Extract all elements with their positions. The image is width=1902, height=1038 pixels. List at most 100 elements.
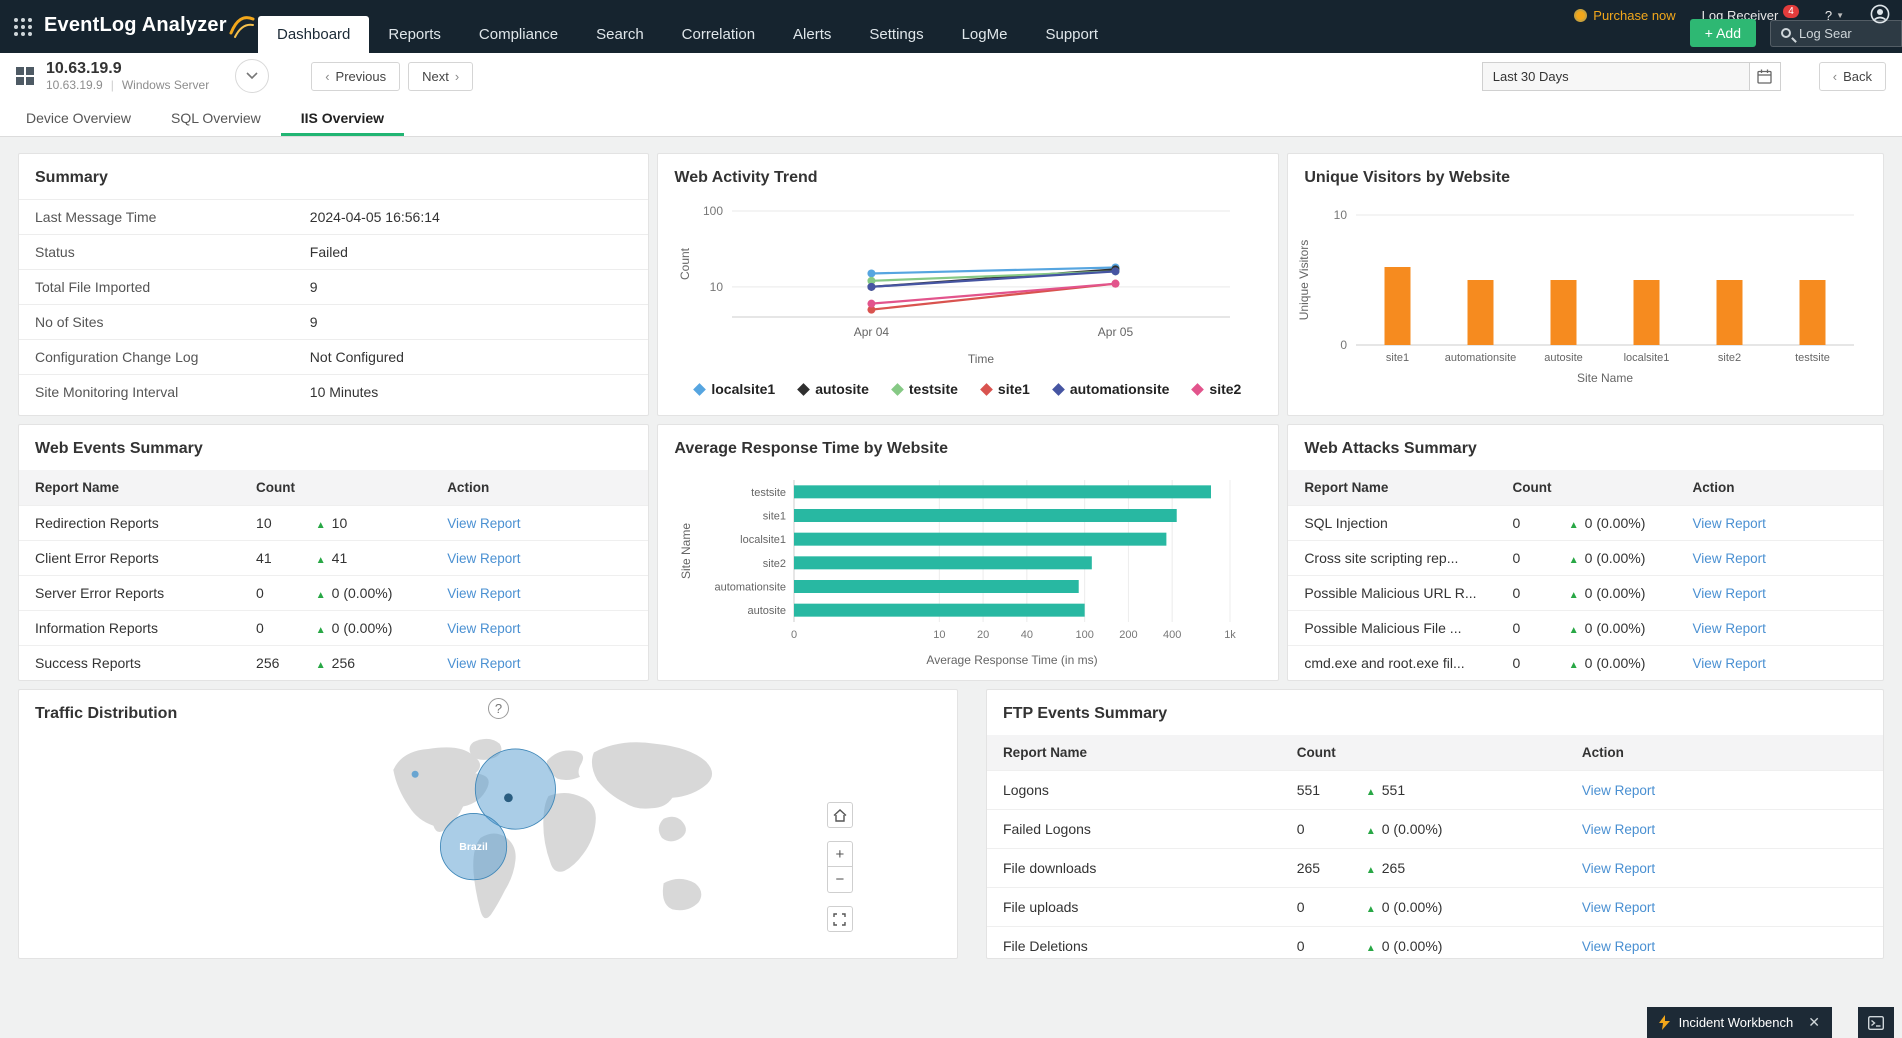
nav-tab-alerts[interactable]: Alerts [774, 16, 850, 53]
report-count: 0 [1512, 515, 1521, 531]
device-selector-button[interactable] [235, 59, 270, 93]
view-report-link[interactable]: View Report [447, 656, 632, 671]
report-delta: ▲ 0 (0.00%) [1569, 620, 1693, 636]
bottom-right-panel-button[interactable] [1858, 1007, 1894, 1038]
next-device-button[interactable]: Next › [408, 61, 474, 91]
summary-value: 9 [309, 279, 318, 295]
nav-tab-search[interactable]: Search [577, 16, 663, 53]
map-continents [393, 738, 713, 919]
view-report-link[interactable]: View Report [1582, 900, 1867, 915]
legend-label: testsite [908, 381, 958, 397]
table-row: Logons 551 ▲ 551 View Report [986, 770, 1883, 809]
view-report-link[interactable]: View Report [1693, 586, 1867, 601]
svg-text:autosite: autosite [1544, 352, 1583, 364]
summary-table: Last Message Time 2024-04-05 16:56:14 Stat… [19, 199, 649, 409]
view-report-link[interactable]: View Report [1582, 939, 1867, 954]
svg-text:1k: 1k [1225, 629, 1237, 641]
previous-device-button[interactable]: ‹ Previous [311, 61, 401, 91]
log-search-box[interactable] [1770, 19, 1902, 47]
map-help-icon[interactable]: ? [487, 698, 509, 719]
calendar-button[interactable] [1749, 61, 1781, 91]
web-events-summary-card: Web Events Summary Report Name Count Actio… [18, 424, 650, 681]
svg-text:localsite1: localsite1 [1623, 352, 1669, 364]
view-tab-device-overview[interactable]: Device Overview [6, 99, 151, 136]
ftp-events-table: Report Name Count Action Logons 551 ▲ 551 View … [986, 735, 1883, 958]
nav-tab-logme[interactable]: LogMe [943, 16, 1027, 53]
card-title: FTP Events Summary [1002, 705, 1168, 722]
view-report-link[interactable]: View Report [447, 516, 632, 531]
summary-row: Status Failed [19, 234, 649, 269]
time-range-select[interactable]: Last 30 Days [1481, 61, 1750, 91]
report-count: 256 [256, 655, 280, 671]
column-header-report-name: Report Name [35, 480, 120, 495]
view-report-link[interactable]: View Report [1693, 621, 1867, 636]
web-attacks-summary-card: Web Attacks Summary Report Name Count Acti… [1287, 424, 1884, 681]
report-count: 0 [256, 620, 264, 636]
log-search-input[interactable] [1799, 25, 1889, 41]
chevron-left-icon: ‹ [1832, 68, 1838, 84]
apps-grid-icon[interactable] [13, 17, 33, 37]
view-report-link[interactable]: View Report [447, 551, 632, 566]
view-tab-iis-overview[interactable]: IIS Overview [281, 99, 404, 136]
report-name: Success Reports [35, 655, 141, 671]
view-report-link[interactable]: View Report [447, 586, 632, 601]
report-delta: ▲ 551 [1366, 782, 1582, 798]
nav-tab-dashboard[interactable]: Dashboard [258, 16, 370, 53]
apps-grid-glyph [14, 18, 32, 36]
svg-text:100: 100 [1076, 629, 1094, 641]
map-home-button[interactable] [826, 802, 853, 828]
add-button[interactable]: + Add [1689, 19, 1756, 47]
back-button[interactable]: ‹ Back [1818, 61, 1886, 91]
column-header-spacer [316, 480, 447, 495]
table-row: Cross site scripting rep... 0 ▲ 0 (0.00%) Vi… [1288, 540, 1883, 575]
close-icon[interactable]: ✕ [1808, 1014, 1820, 1031]
legend-label: site2 [1209, 381, 1242, 397]
view-report-link[interactable]: View Report [1582, 822, 1867, 837]
svg-text:Time: Time [968, 352, 995, 366]
view-report-link[interactable]: View Report [1693, 656, 1867, 671]
view-report-link[interactable]: View Report [1582, 861, 1867, 876]
view-report-link[interactable]: View Report [1582, 783, 1867, 798]
world-map[interactable]: Brazil [349, 735, 769, 953]
zoom-in-button[interactable]: + [826, 841, 853, 867]
main-nav: Dashboard Reports Compliance Search Correlat… [258, 16, 1117, 53]
report-count: 265 [1296, 860, 1321, 876]
map-fullscreen-button[interactable] [826, 906, 853, 932]
summary-value: 9 [309, 314, 318, 330]
view-report-link[interactable]: View Report [1693, 551, 1867, 566]
svg-text:10: 10 [1333, 208, 1347, 222]
view-tab-sql-overview[interactable]: SQL Overview [151, 99, 281, 136]
app-logo[interactable]: EventLog Analyzer [44, 11, 255, 39]
nav-tab-settings[interactable]: Settings [850, 16, 942, 53]
legend-item-localsite1[interactable]: localsite1 [693, 381, 775, 397]
map-controls: + − [826, 802, 853, 932]
traffic-bubble-small[interactable] [411, 770, 419, 778]
up-trend-icon: ▲ [1568, 660, 1579, 671]
legend-item-autosite[interactable]: autosite [797, 381, 869, 397]
legend-item-site2[interactable]: site2 [1191, 381, 1242, 397]
purchase-now-label: Purchase now [1593, 7, 1676, 23]
nav-tab-compliance[interactable]: Compliance [460, 16, 577, 53]
nav-tab-reports[interactable]: Reports [369, 16, 460, 53]
app-logo-text: EventLog Analyzer [44, 13, 227, 36]
incident-workbench-bar[interactable]: Incident Workbench ✕ [1646, 1007, 1832, 1038]
svg-text:Apr 04: Apr 04 [854, 325, 890, 339]
svg-text:10: 10 [710, 280, 724, 294]
legend-item-site1[interactable]: site1 [980, 381, 1030, 397]
report-delta: ▲ 0 (0.00%) [316, 620, 447, 636]
nav-tab-correlation[interactable]: Correlation [663, 16, 774, 53]
report-name: Cross site scripting rep... [1304, 550, 1459, 566]
legend-label: autosite [815, 381, 869, 397]
summary-card: Summary Last Message Time 2024-04-05 16:5… [18, 153, 650, 416]
svg-text:0: 0 [1340, 338, 1347, 352]
zoom-out-button[interactable]: − [826, 867, 853, 893]
nav-tab-support[interactable]: Support [1026, 16, 1117, 53]
report-delta: ▲ 0 (0.00%) [1569, 550, 1693, 566]
purchase-now-link[interactable]: Purchase now [1574, 7, 1676, 23]
card-title: Web Activity Trend [674, 169, 818, 186]
view-report-link[interactable]: View Report [1693, 516, 1867, 531]
legend-item-automationsite[interactable]: automationsite [1051, 381, 1169, 397]
view-report-link[interactable]: View Report [447, 621, 632, 636]
legend-item-testsite[interactable]: testsite [891, 381, 958, 397]
traffic-bubble-dot[interactable] [504, 793, 513, 803]
